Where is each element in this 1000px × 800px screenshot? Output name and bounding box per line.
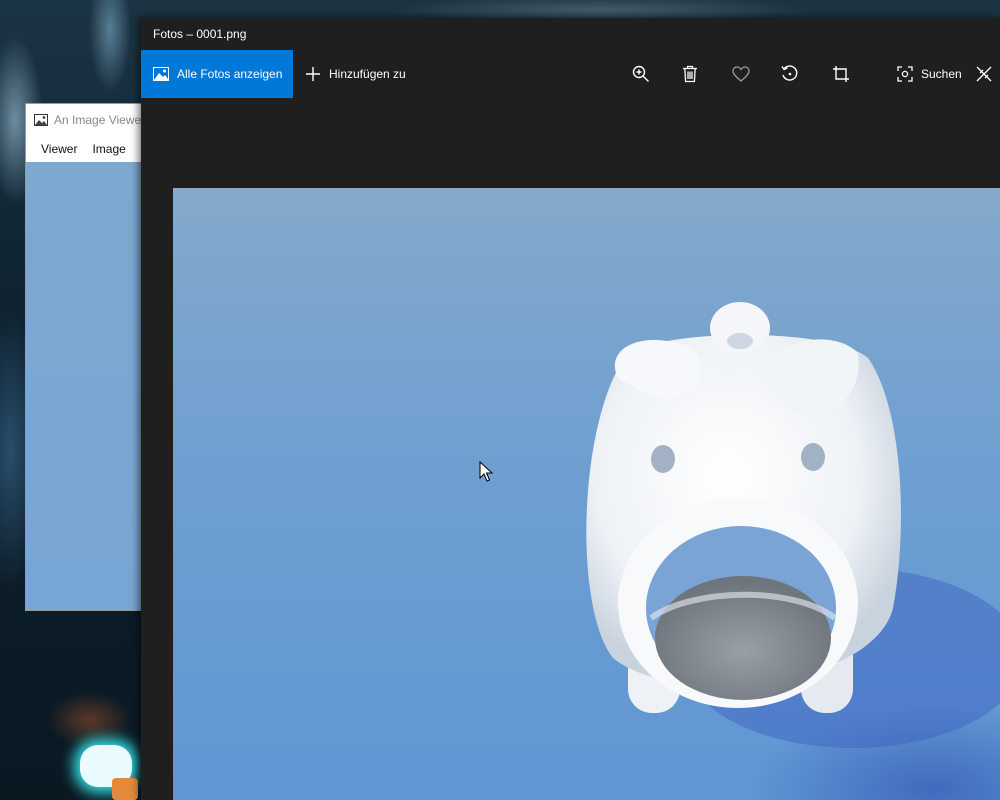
- edit-icon: [976, 66, 992, 82]
- image-viewer-canvas: [26, 162, 149, 610]
- picture-icon: [34, 114, 48, 126]
- rotate-button[interactable]: [770, 50, 810, 98]
- desktop-orange-blob: [112, 778, 138, 800]
- photos-gallery-icon: [153, 67, 169, 81]
- delete-button[interactable]: [670, 50, 710, 98]
- image-viewer-window[interactable]: An Image Viewer Viewer Image: [25, 103, 150, 611]
- menu-viewer[interactable]: Viewer: [26, 142, 86, 156]
- search-scan-icon: [897, 66, 913, 82]
- favorite-button[interactable]: [721, 50, 761, 98]
- photos-toolbar: Alle Fotos anzeigen Hinzufügen zu Suchen: [141, 50, 1000, 98]
- menu-image[interactable]: Image: [86, 142, 134, 156]
- delete-icon: [683, 65, 697, 83]
- mouse-cursor-icon: [479, 461, 493, 482]
- photos-titlebar[interactable]: Fotos – 0001.png: [141, 18, 1000, 50]
- add-to-label: Hinzufügen zu: [329, 67, 406, 81]
- add-to-button[interactable]: Hinzufügen zu: [293, 50, 406, 98]
- show-all-photos-label: Alle Fotos anzeigen: [177, 67, 283, 81]
- image-viewer-title: An Image Viewer: [54, 113, 146, 127]
- plus-icon: [306, 67, 320, 81]
- crop-button[interactable]: [821, 50, 861, 98]
- crop-icon: [833, 66, 849, 82]
- image-viewer-titlebar[interactable]: An Image Viewer: [26, 104, 149, 136]
- rotate-icon: [781, 65, 798, 81]
- zoom-in-icon: [632, 65, 649, 82]
- photos-title: Fotos – 0001.png: [153, 27, 247, 41]
- search-label: Suchen: [921, 67, 962, 81]
- zoom-button[interactable]: [621, 50, 661, 98]
- piggy-bank-image: [586, 302, 1000, 748]
- photos-window[interactable]: Fotos – 0001.png Alle Fotos anzeigen Hin…: [141, 18, 1000, 800]
- search-button[interactable]: Suchen: [897, 50, 962, 98]
- favorite-heart-icon: [732, 66, 750, 82]
- photo-stage: [141, 98, 1000, 800]
- edit-button[interactable]: [975, 50, 1000, 98]
- show-all-photos-button[interactable]: Alle Fotos anzeigen: [141, 50, 293, 98]
- image-viewer-menubar: Viewer Image: [26, 136, 149, 161]
- displayed-photo[interactable]: [173, 188, 1000, 800]
